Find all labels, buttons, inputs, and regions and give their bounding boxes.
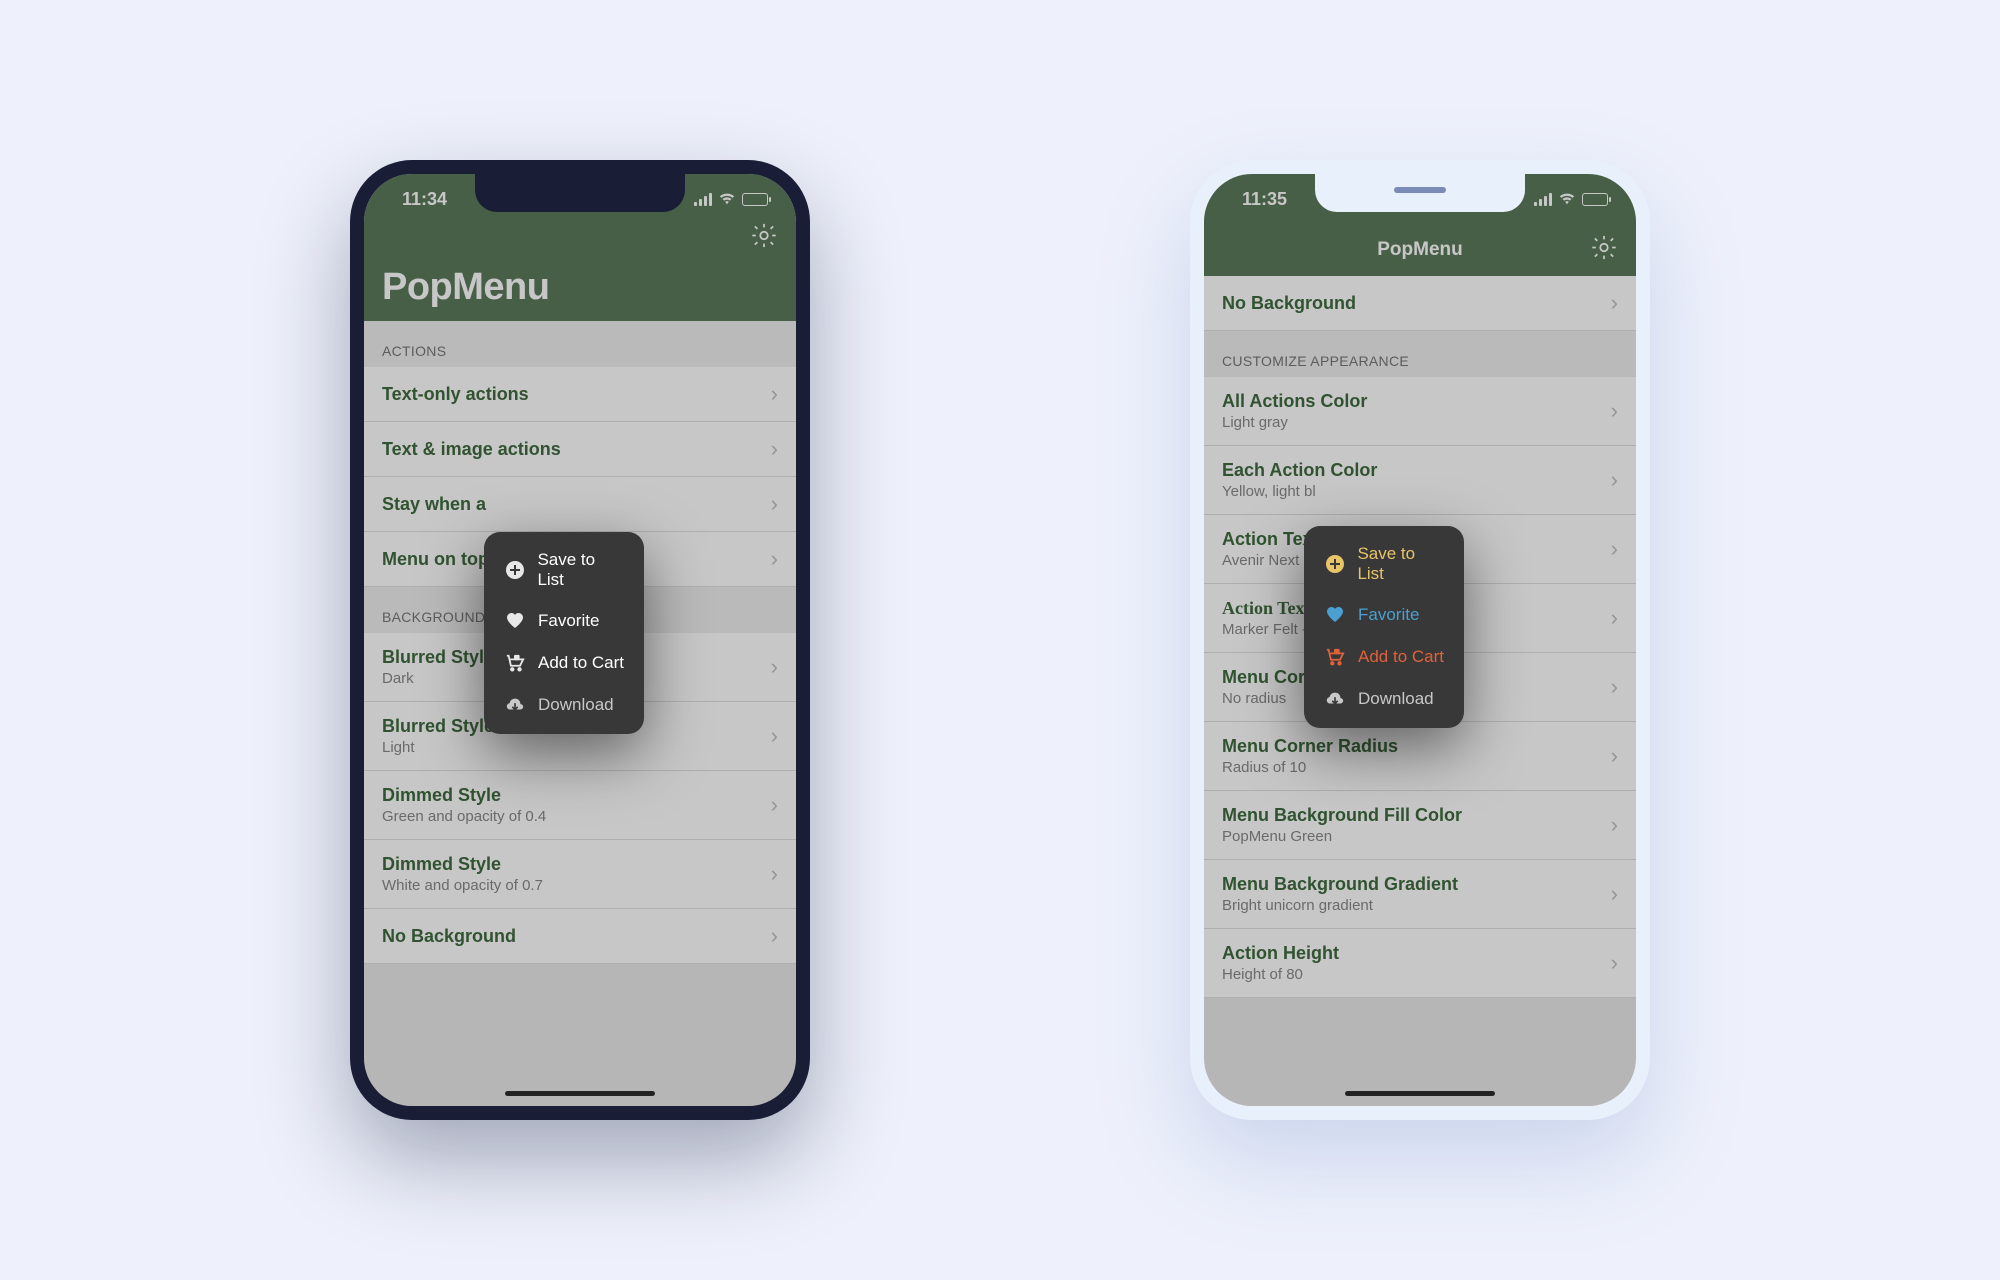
signal-icon bbox=[694, 193, 712, 206]
popup-item-cart[interactable]: Add to Cart bbox=[1304, 636, 1464, 678]
screen-2: 11:35 PopMenu No Background› CUSTOMIZE A… bbox=[1204, 174, 1636, 1106]
popup-item-save[interactable]: Save to List bbox=[484, 540, 644, 600]
status-time: 11:35 bbox=[1242, 189, 1287, 210]
home-indicator[interactable] bbox=[505, 1091, 655, 1096]
heart-icon bbox=[1324, 604, 1346, 626]
wifi-icon bbox=[1558, 192, 1576, 206]
chevron-right-icon: › bbox=[1611, 290, 1618, 316]
popup-item-label: Save to List bbox=[1357, 544, 1444, 584]
table-row[interactable]: Text-only actions› bbox=[364, 367, 796, 422]
table-row[interactable]: Dimmed StyleWhite and opacity of 0.7› bbox=[364, 840, 796, 909]
chevron-right-icon: › bbox=[771, 381, 778, 407]
popup-item-favorite[interactable]: Favorite bbox=[484, 600, 644, 642]
section-header-customize: CUSTOMIZE APPEARANCE bbox=[1204, 331, 1636, 377]
table-row[interactable]: Menu Background Fill ColorPopMenu Green› bbox=[1204, 791, 1636, 860]
chevron-right-icon: › bbox=[1611, 950, 1618, 976]
plus-circle-icon bbox=[504, 559, 525, 581]
gear-icon[interactable] bbox=[1590, 234, 1618, 267]
pop-menu: Save to List Favorite Add to Cart Downlo… bbox=[1304, 526, 1464, 728]
cart-icon bbox=[504, 652, 526, 674]
chevron-right-icon: › bbox=[1611, 536, 1618, 562]
status-time: 11:34 bbox=[402, 189, 447, 210]
device-notch bbox=[475, 174, 685, 212]
chevron-right-icon: › bbox=[1611, 674, 1618, 700]
popup-item-label: Add to Cart bbox=[1358, 647, 1444, 667]
download-icon bbox=[504, 694, 526, 716]
chevron-right-icon: › bbox=[771, 436, 778, 462]
page-title: PopMenu bbox=[382, 266, 778, 309]
chevron-right-icon: › bbox=[1611, 467, 1618, 493]
popup-item-label: Favorite bbox=[538, 611, 599, 631]
phone-mockup-light: 11:35 PopMenu No Background› CUSTOMIZE A… bbox=[1190, 160, 1650, 1120]
popup-item-label: Favorite bbox=[1358, 605, 1419, 625]
pop-menu: Save to List Favorite Add to Cart Downlo… bbox=[484, 532, 644, 734]
phone-mockup-dark: 11:34 PopMenu ACTIONS Text-only actions›… bbox=[350, 160, 810, 1120]
chevron-right-icon: › bbox=[771, 491, 778, 517]
gear-icon[interactable] bbox=[750, 222, 778, 255]
chevron-right-icon: › bbox=[1611, 605, 1618, 631]
section-header-actions: ACTIONS bbox=[364, 321, 796, 367]
nav-large-title-bar: PopMenu bbox=[364, 266, 796, 321]
nav-small-title-bar: PopMenu bbox=[1204, 224, 1636, 276]
chevron-right-icon: › bbox=[771, 546, 778, 572]
popup-item-label: Download bbox=[1358, 689, 1434, 709]
table-row[interactable]: Menu Background GradientBright unicorn g… bbox=[1204, 860, 1636, 929]
popup-item-cart[interactable]: Add to Cart bbox=[484, 642, 644, 684]
chevron-right-icon: › bbox=[771, 923, 778, 949]
device-notch bbox=[1315, 174, 1525, 212]
table-row[interactable]: All Actions ColorLight gray› bbox=[1204, 377, 1636, 446]
chevron-right-icon: › bbox=[1611, 881, 1618, 907]
heart-icon bbox=[504, 610, 526, 632]
popup-item-label: Add to Cart bbox=[538, 653, 624, 673]
download-icon bbox=[1324, 688, 1346, 710]
chevron-right-icon: › bbox=[1611, 743, 1618, 769]
table-row[interactable]: Each Action ColorYellow, light bl› bbox=[1204, 446, 1636, 515]
popup-item-label: Download bbox=[538, 695, 614, 715]
chevron-right-icon: › bbox=[771, 654, 778, 680]
table-row[interactable]: Dimmed StyleGreen and opacity of 0.4› bbox=[364, 771, 796, 840]
battery-icon bbox=[1582, 193, 1608, 206]
battery-icon bbox=[742, 193, 768, 206]
cart-icon bbox=[1324, 646, 1346, 668]
popup-item-download[interactable]: Download bbox=[484, 684, 644, 726]
popup-item-favorite[interactable]: Favorite bbox=[1304, 594, 1464, 636]
chevron-right-icon: › bbox=[1611, 812, 1618, 838]
home-indicator[interactable] bbox=[1345, 1091, 1495, 1096]
table-row[interactable]: Action HeightHeight of 80› bbox=[1204, 929, 1636, 998]
popup-item-label: Save to List bbox=[537, 550, 624, 590]
chevron-right-icon: › bbox=[1611, 398, 1618, 424]
chevron-right-icon: › bbox=[771, 861, 778, 887]
screen-1: 11:34 PopMenu ACTIONS Text-only actions›… bbox=[364, 174, 796, 1106]
table-row[interactable]: No Background› bbox=[364, 909, 796, 964]
chevron-right-icon: › bbox=[771, 792, 778, 818]
table-row[interactable]: Menu Corner RadiusRadius of 10› bbox=[1204, 722, 1636, 791]
plus-circle-icon bbox=[1324, 553, 1345, 575]
chevron-right-icon: › bbox=[771, 723, 778, 749]
signal-icon bbox=[1534, 193, 1552, 206]
table-row[interactable]: Text & image actions› bbox=[364, 422, 796, 477]
wifi-icon bbox=[718, 192, 736, 206]
popup-item-save[interactable]: Save to List bbox=[1304, 534, 1464, 594]
table-row[interactable]: No Background› bbox=[1204, 276, 1636, 331]
popup-item-download[interactable]: Download bbox=[1304, 678, 1464, 720]
table-row[interactable]: Stay when a› bbox=[364, 477, 796, 532]
page-title: PopMenu bbox=[1377, 239, 1463, 261]
